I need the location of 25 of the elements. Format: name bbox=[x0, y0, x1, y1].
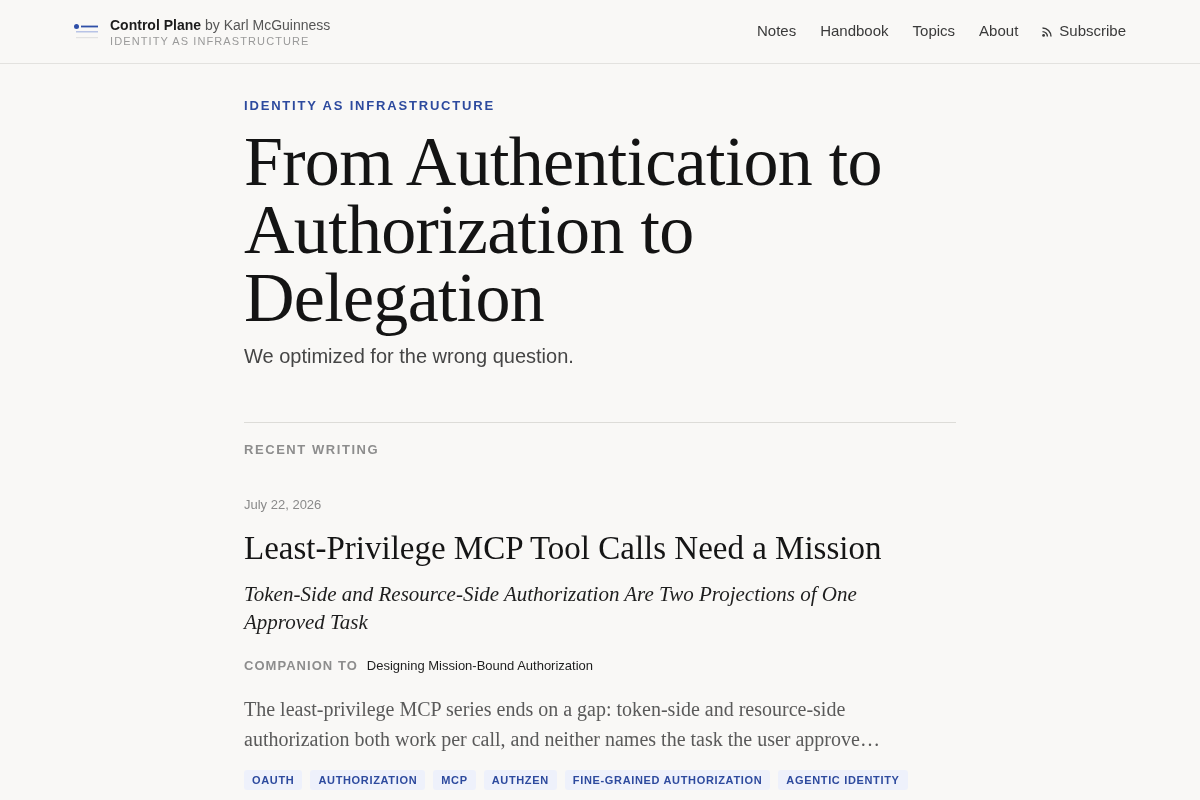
companion-label: COMPANION TO bbox=[244, 657, 358, 675]
post-excerpt: The least-privilege MCP series ends on a gap: token-side and resource-side authorization both work per call, and neither names the task the user approve… bbox=[244, 696, 881, 753]
tag-link[interactable]: AUTHZEN bbox=[483, 769, 557, 790]
rss-icon bbox=[1042, 26, 1053, 37]
site-byline: by Karl McGuinness bbox=[205, 15, 331, 34]
post-title[interactable]: Least-Privilege MCP Tool Calls Need a Mission bbox=[244, 528, 956, 568]
logo-icon bbox=[74, 23, 98, 40]
tag-link[interactable]: AUTHORIZATION bbox=[310, 769, 426, 790]
companion-link[interactable]: Designing Mission-Bound Authorization bbox=[366, 656, 594, 676]
hero-subtitle: We optimized for the wrong question. bbox=[244, 344, 575, 369]
hero-eyebrow: IDENTITY AS INFRASTRUCTURE bbox=[244, 98, 496, 114]
section-heading: RECENT WRITING bbox=[244, 442, 381, 458]
post-date: July 22, 2026 bbox=[244, 496, 323, 514]
nav-link[interactable]: Notes bbox=[757, 20, 797, 43]
post-subtitle: Token-Side and Resource-Side Authorization Are Two Projections of One Approved Task bbox=[244, 581, 858, 636]
site-name[interactable]: Control Plane bbox=[110, 15, 201, 34]
nav-link[interactable]: Handbook bbox=[820, 20, 889, 43]
nav-link[interactable]: Topics bbox=[912, 20, 956, 43]
nav-link[interactable]: Subscribe bbox=[1042, 20, 1126, 43]
tag-link[interactable]: FINE-GRAINED AUTHORIZATION bbox=[564, 769, 771, 790]
site-tagline: IDENTITY AS INFRASTRUCTURE bbox=[110, 33, 311, 48]
tag-link[interactable]: MCP bbox=[433, 769, 476, 790]
tag-link[interactable]: AGENTIC IDENTITY bbox=[778, 769, 908, 790]
tag-link[interactable]: OAUTH bbox=[244, 769, 303, 790]
nav-link[interactable]: About bbox=[979, 20, 1019, 43]
